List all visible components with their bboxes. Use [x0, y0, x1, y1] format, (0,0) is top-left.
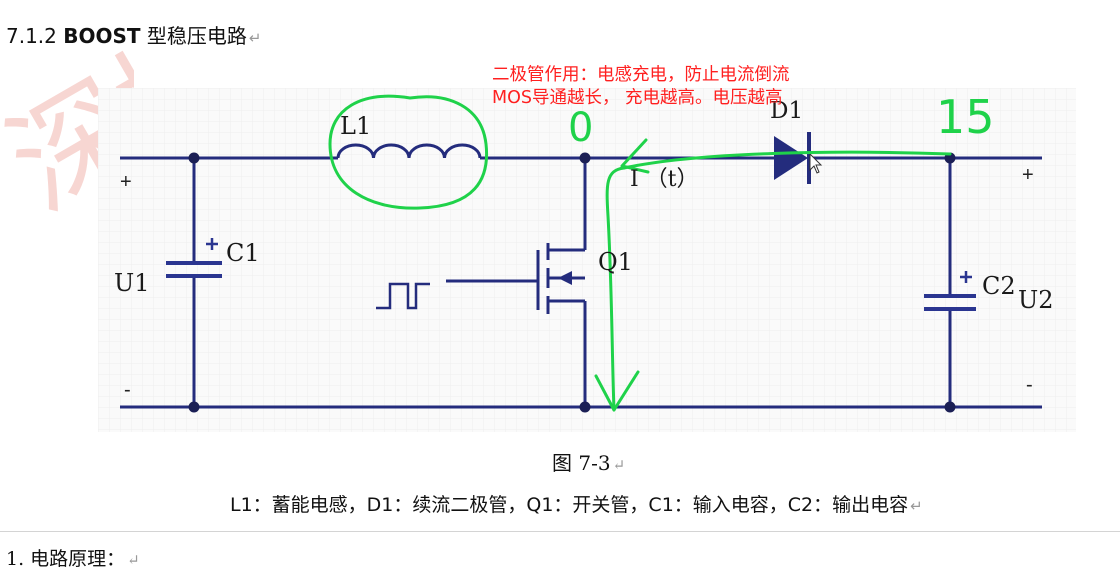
input-plus-sign: + [120, 171, 132, 193]
handwritten-zero: 0 [568, 105, 594, 151]
paragraph-mark-icon: ↵ [612, 456, 626, 474]
boost-circuit-figure: L1 D1 Q1 C1 C2 U1 U2 I （t） + + - - 二极管作用… [98, 65, 1076, 432]
section-bold-term: BOOST [63, 24, 141, 48]
section-title: 7.1.2 BOOST 型稳压电路 ↵ [6, 20, 261, 49]
cap-c2-label: C2 [982, 272, 1016, 300]
figure-caption: 图 7-3 ↵ [552, 447, 625, 476]
cap-c1-label: C1 [226, 239, 260, 267]
paragraph-mark-icon: ↵ [910, 497, 923, 515]
annotation-line-1: 二极管作用：电感充电，防止电流倒流 [492, 65, 790, 85]
figure-caption-text: 图 7-3 [552, 451, 611, 475]
mosfet-label: Q1 [598, 248, 633, 276]
component-legend-text: L1：蓄能电感，D1：续流二极管，Q1：开关管，C1：输入电容，C2：输出电容 [230, 494, 909, 516]
inductor-label: L1 [340, 112, 372, 140]
annotation-line-2: MOS导通越长， 充电越高。电压越高 [492, 88, 783, 108]
section-divider [0, 531, 1120, 532]
section-title-text: 型稳压电路 [146, 24, 247, 48]
output-voltage-label: U2 [1018, 286, 1054, 314]
output-minus-sign: - [1026, 374, 1033, 396]
component-legend: L1：蓄能电感，D1：续流二极管，Q1：开关管，C1：输入电容，C2：输出电容 ↵ [230, 490, 923, 517]
circuit-principle-heading: 1. 电路原理： ↵ [6, 544, 140, 571]
output-plus-sign: + [1022, 164, 1034, 186]
input-voltage-label: U1 [114, 269, 150, 297]
current-label: I （t） [630, 167, 699, 192]
input-minus-sign: - [124, 379, 131, 401]
circuit-principle-text: 1. 电路原理： [6, 548, 126, 570]
section-number: 7.1.2 [6, 24, 57, 48]
paragraph-mark-icon: ↵ [248, 29, 262, 47]
handwritten-fifteen: 15 [936, 90, 995, 144]
paragraph-mark-icon: ↵ [127, 551, 140, 569]
